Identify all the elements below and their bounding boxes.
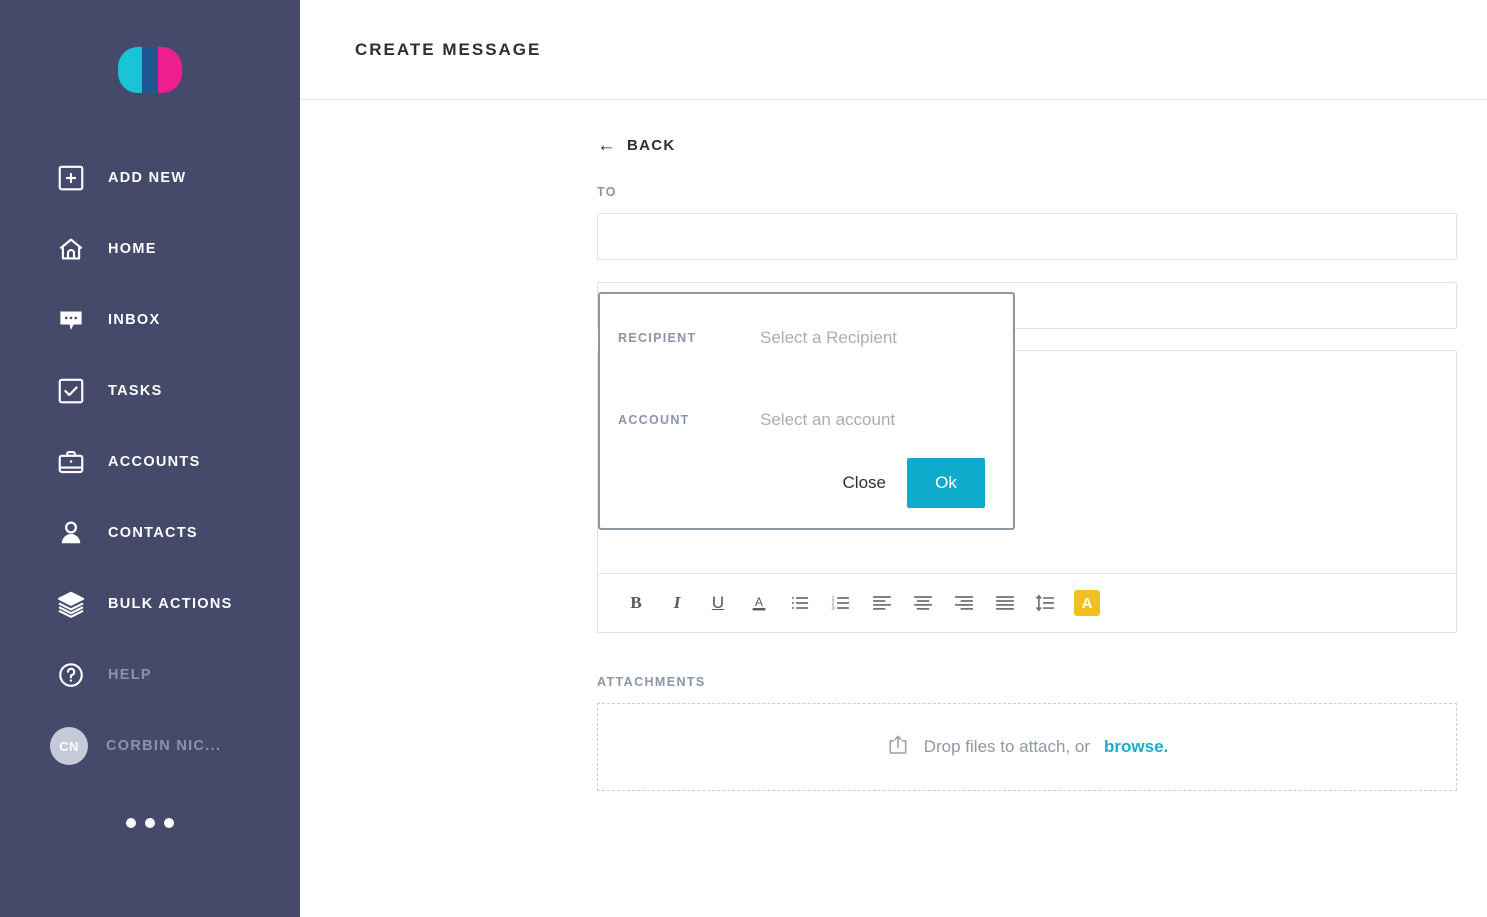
attachments-label: ATTACHMENTS xyxy=(597,675,706,689)
to-field-label: TO xyxy=(597,185,617,199)
more-options-button[interactable] xyxy=(0,818,300,828)
sidebar-item-label: BULK ACTIONS xyxy=(108,595,233,612)
dot-1 xyxy=(126,818,136,828)
dot-2 xyxy=(145,818,155,828)
plus-square-icon xyxy=(54,161,88,195)
sidebar-item-user[interactable]: CN CORBIN NIC... xyxy=(0,710,300,782)
sidebar-item-add-new[interactable]: ADD NEW xyxy=(0,142,300,213)
underline-button[interactable]: U xyxy=(702,587,734,619)
align-right-button[interactable] xyxy=(948,587,980,619)
align-justify-button[interactable] xyxy=(989,587,1021,619)
highlight-button-wrap[interactable]: A xyxy=(1071,587,1103,619)
logo-overlap xyxy=(142,47,158,93)
attachments-dropzone[interactable]: Drop files to attach, or browse. xyxy=(597,703,1457,791)
sidebar-item-accounts[interactable]: ACCOUNTS xyxy=(0,426,300,497)
sidebar-nav: ADD NEW HOME INBOX TASKS ACCOUNTS CONTAC… xyxy=(0,140,300,828)
main-area: CREATE MESSAGE ← BACK TO B I U A 1 2 3 A… xyxy=(300,0,1487,917)
upload-icon xyxy=(886,733,910,762)
logo-container[interactable] xyxy=(0,0,300,140)
recipient-select[interactable]: Select a Recipient xyxy=(760,328,897,348)
recipient-label: RECIPIENT xyxy=(618,331,697,345)
dot-3 xyxy=(164,818,174,828)
arrow-left-icon: ← xyxy=(597,135,616,156)
recipient-account-modal: RECIPIENT Select a Recipient ACCOUNT Sel… xyxy=(598,292,1015,530)
close-button[interactable]: Close xyxy=(839,465,890,501)
svg-text:A: A xyxy=(755,595,763,609)
modal-actions: Close Ok xyxy=(618,458,985,508)
sidebar-item-tasks[interactable]: TASKS xyxy=(0,355,300,426)
align-left-button[interactable] xyxy=(866,587,898,619)
sidebar-item-label: HOME xyxy=(108,240,157,257)
line-height-button[interactable] xyxy=(1030,587,1062,619)
sidebar-item-label: CONTACTS xyxy=(108,524,198,541)
svg-text:3: 3 xyxy=(831,606,834,612)
sidebar-item-bulk-actions[interactable]: BULK ACTIONS xyxy=(0,568,300,639)
layers-icon xyxy=(54,587,88,621)
avatar: CN xyxy=(50,727,88,765)
chat-bubble-icon xyxy=(54,303,88,337)
question-circle-icon xyxy=(54,658,88,692)
modal-row-recipient: RECIPIENT Select a Recipient xyxy=(618,318,985,358)
bullet-list-button[interactable] xyxy=(784,587,816,619)
person-icon xyxy=(54,516,88,550)
rich-text-toolbar: B I U A 1 2 3 A xyxy=(597,573,1457,633)
app-logo xyxy=(118,47,182,93)
sidebar-user-name: CORBIN NIC... xyxy=(106,738,222,754)
account-select[interactable]: Select an account xyxy=(760,410,895,430)
sidebar: ADD NEW HOME INBOX TASKS ACCOUNTS CONTAC… xyxy=(0,0,300,917)
sidebar-item-help[interactable]: HELP xyxy=(0,639,300,710)
sidebar-item-label: TASKS xyxy=(108,382,163,399)
italic-button[interactable]: I xyxy=(661,587,693,619)
sidebar-item-contacts[interactable]: CONTACTS xyxy=(0,497,300,568)
top-bar: CREATE MESSAGE xyxy=(300,0,1487,100)
check-square-icon xyxy=(54,374,88,408)
sidebar-item-label: ACCOUNTS xyxy=(108,453,201,470)
bold-button[interactable]: B xyxy=(620,587,652,619)
sidebar-item-label: HELP xyxy=(108,666,152,683)
briefcase-icon xyxy=(54,445,88,479)
back-button[interactable]: ← BACK xyxy=(597,136,676,155)
page-title: CREATE MESSAGE xyxy=(355,39,542,59)
dropzone-text: Drop files to attach, or xyxy=(923,737,1091,756)
sidebar-item-inbox[interactable]: INBOX xyxy=(0,284,300,355)
account-label: ACCOUNT xyxy=(618,413,690,427)
back-button-label: BACK xyxy=(627,137,676,154)
modal-row-account: ACCOUNT Select an account xyxy=(618,400,985,440)
highlight-button[interactable]: A xyxy=(1074,590,1100,616)
ok-button[interactable]: Ok xyxy=(907,458,985,508)
numbered-list-button[interactable]: 1 2 3 xyxy=(825,587,857,619)
sidebar-item-home[interactable]: HOME xyxy=(0,213,300,284)
browse-link[interactable]: browse. xyxy=(1104,737,1168,757)
align-center-button[interactable] xyxy=(907,587,939,619)
home-icon xyxy=(54,232,88,266)
sidebar-item-label: ADD NEW xyxy=(108,169,187,186)
sidebar-item-label: INBOX xyxy=(108,311,161,328)
to-input[interactable] xyxy=(597,213,1457,260)
text-color-button[interactable]: A xyxy=(743,587,775,619)
app-root: ADD NEW HOME INBOX TASKS ACCOUNTS CONTAC… xyxy=(0,0,1487,917)
